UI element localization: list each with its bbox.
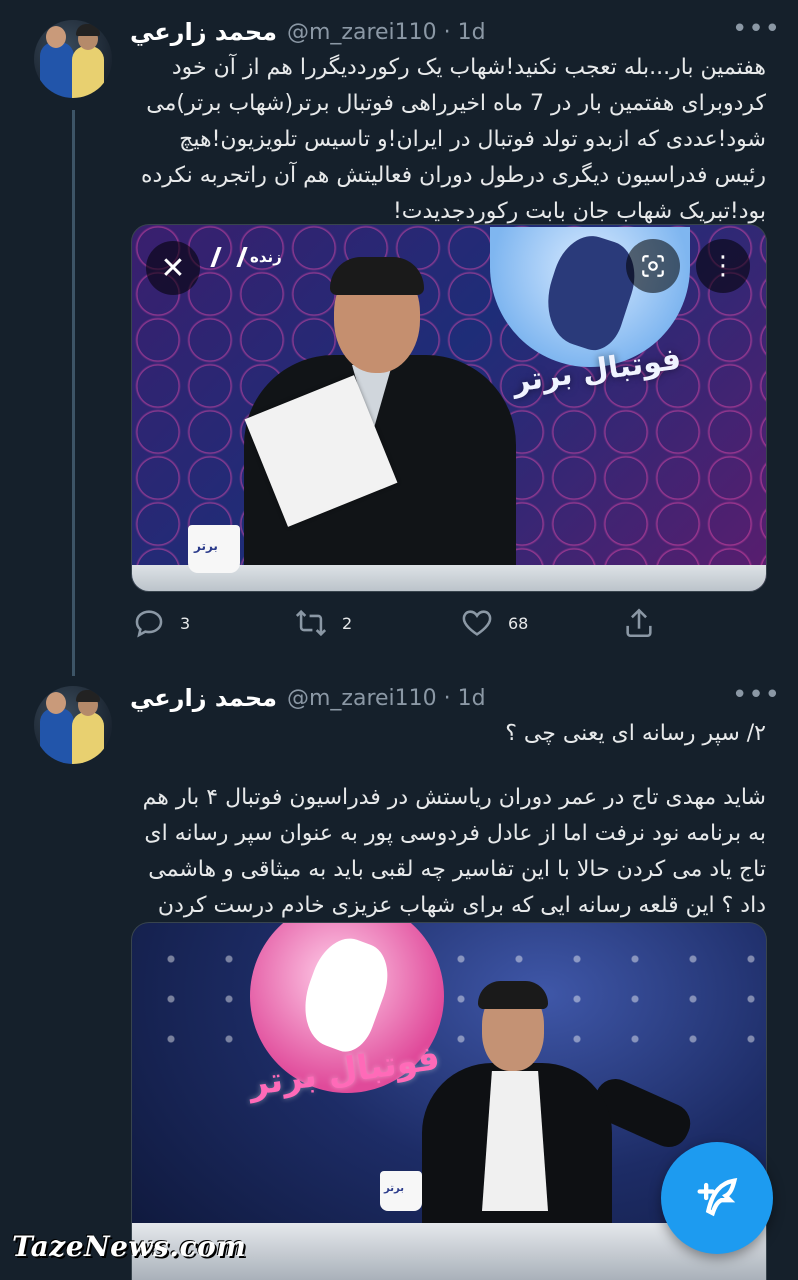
- tweet-header: محمد زارعي @m_zarei110 · 1d: [130, 18, 486, 46]
- more-horizontal-icon[interactable]: •••: [732, 14, 781, 44]
- tweet-text: شاید مهدی تاج در عمر دوران ریاستش در فدر…: [142, 785, 766, 918]
- like-button[interactable]: 68: [460, 606, 528, 640]
- close-icon[interactable]: ✕: [146, 241, 200, 295]
- mug: برتر: [188, 525, 240, 573]
- compose-tweet-button[interactable]: [661, 1142, 773, 1254]
- author-handle: @m_zarei110 · 1d: [287, 19, 486, 45]
- tweet-text: هفتمین بار...بله تعجب نکنید!شهاب یک رکور…: [140, 55, 766, 224]
- tweet-text-line1: ۲/ سپر رسانه ای یعنی چی ؟: [505, 721, 766, 746]
- thread-connector-line: [72, 110, 75, 676]
- mug: برتر: [380, 1171, 422, 1211]
- reply-button[interactable]: 3: [132, 606, 190, 640]
- author-name[interactable]: محمد زارعي: [130, 18, 277, 46]
- author-handle: @m_zarei110 · 1d: [287, 685, 486, 711]
- reply-icon: [135, 610, 163, 638]
- retweet-button[interactable]: 2: [294, 606, 352, 640]
- author-name[interactable]: محمد زارعي: [130, 684, 277, 712]
- retweet-icon: [295, 609, 327, 637]
- reply-count: 3: [180, 613, 191, 633]
- more-horizontal-icon[interactable]: •••: [732, 680, 781, 710]
- like-count: 68: [508, 613, 529, 633]
- watermark: TazeNews.com: [12, 1230, 247, 1263]
- retweet-count: 2: [342, 613, 353, 633]
- avatar[interactable]: [34, 20, 112, 98]
- tweet-header: محمد زارعي @m_zarei110 · 1d: [130, 684, 486, 712]
- live-badge: زنده: [208, 247, 282, 267]
- share-icon: [626, 608, 652, 638]
- lens-icon[interactable]: [626, 239, 680, 293]
- tweet-image[interactable]: فوتبال برتر برتر ✕ زنده ⋮: [131, 224, 767, 592]
- avatar[interactable]: [34, 686, 112, 764]
- share-button[interactable]: [622, 606, 670, 640]
- compose-tweet-icon: [697, 1177, 738, 1217]
- more-vertical-icon[interactable]: ⋮: [696, 239, 750, 293]
- heart-icon: [462, 610, 492, 636]
